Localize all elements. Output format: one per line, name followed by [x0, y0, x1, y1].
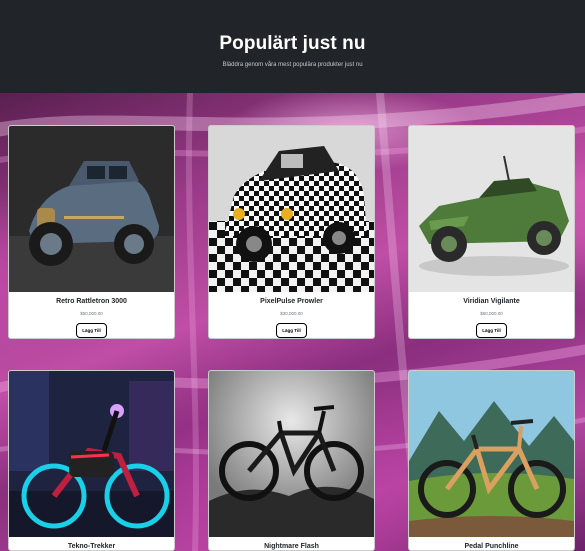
product-name: PixelPulse Prowler — [260, 298, 323, 305]
product-card: Viridian Vigilante $60,000.00 Lägg Till — [408, 125, 575, 339]
product-price: $30,000.00 — [280, 311, 303, 316]
product-name: Nightmare Flash — [264, 543, 319, 550]
product-card: Pedal Punchline — [408, 370, 575, 551]
page-header: Populärt just nu Bläddra genom våra mest… — [0, 0, 585, 93]
page-subtitle: Bläddra genom våra mest populära produkt… — [222, 62, 363, 68]
product-card: Nightmare Flash — [208, 370, 375, 551]
page-title: Populärt just nu — [219, 33, 366, 54]
add-to-cart-button[interactable]: Lägg Till — [76, 323, 107, 338]
product-card: PixelPulse Prowler $30,000.00 Lägg Till — [208, 125, 375, 339]
product-name: Viridian Vigilante — [463, 298, 520, 305]
product-image — [209, 371, 374, 537]
product-name: Pedal Punchline — [464, 543, 519, 550]
product-price: $60,000.00 — [480, 311, 503, 316]
product-card: Tekno-Trekker — [8, 370, 175, 551]
product-name: Retro Rattletron 3000 — [56, 298, 127, 305]
product-image — [409, 126, 574, 292]
product-price: $50,000.00 — [80, 311, 103, 316]
add-to-cart-button[interactable]: Lägg Till — [276, 323, 307, 338]
product-image — [9, 371, 174, 537]
add-to-cart-button[interactable]: Lägg Till — [476, 323, 507, 338]
product-image — [409, 371, 574, 537]
background-image: Retro Rattletron 3000 $50,000.00 Lägg Ti… — [0, 93, 585, 551]
product-name: Tekno-Trekker — [67, 543, 116, 550]
product-image — [9, 126, 174, 292]
product-card: Retro Rattletron 3000 $50,000.00 Lägg Ti… — [8, 125, 175, 339]
product-image — [209, 126, 374, 292]
